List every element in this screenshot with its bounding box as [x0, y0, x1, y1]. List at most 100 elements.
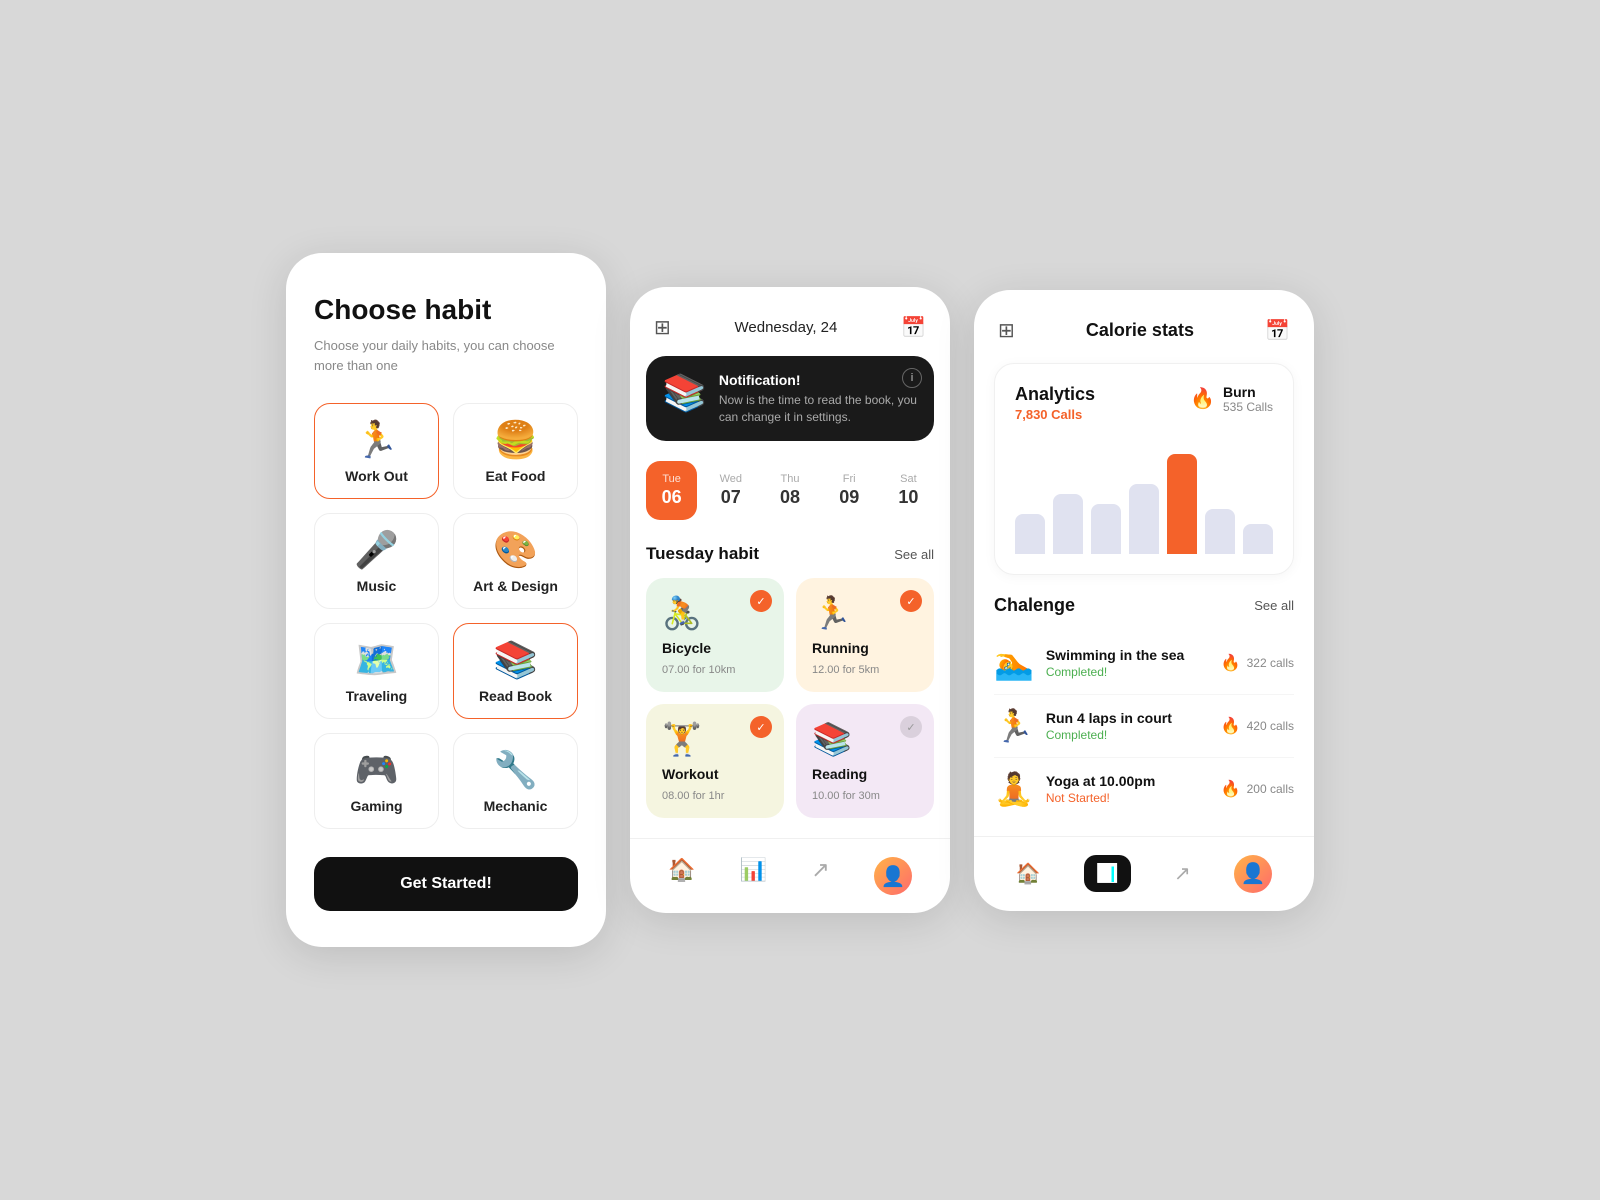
notif-title: Notification! — [719, 372, 918, 388]
day-item-06[interactable]: Tue 06 — [646, 461, 697, 520]
day-name-07: Wed — [720, 473, 742, 485]
home-nav-icon[interactable]: 🏠 — [668, 857, 695, 895]
get-started-button[interactable]: Get Started! — [314, 857, 578, 911]
habit-section-title: Tuesday habit — [646, 544, 759, 564]
challenge-item-1[interactable]: 🏃 Run 4 laps in court Completed! 🔥 420 c… — [994, 695, 1294, 758]
habit-card-eatfood[interactable]: 🍔 Eat Food — [453, 403, 578, 499]
habit-emoji-eatfood: 🍔 — [493, 422, 538, 458]
fire-icon-1: 🔥 — [1221, 716, 1241, 736]
challenge-list: 🏊 Swimming in the sea Completed! 🔥 322 c… — [994, 632, 1294, 820]
bar-3 — [1129, 484, 1159, 554]
user-avatar[interactable]: 👤 — [874, 857, 912, 895]
challenge-info-1: Run 4 laps in court Completed! — [1046, 710, 1209, 742]
habit-emoji-music: 🎤 — [354, 532, 399, 568]
bar-1 — [1053, 494, 1083, 554]
calendar-icon[interactable]: 📅 — [901, 315, 926, 340]
chart-nav-icon[interactable]: 📊 — [740, 857, 767, 895]
activity-name-3: Reading — [812, 766, 918, 782]
day-item-08[interactable]: Thu 08 — [764, 461, 815, 520]
challenge-info-2: Yoga at 10.00pm Not Started! — [1046, 773, 1209, 805]
see-all-button[interactable]: See all — [894, 547, 934, 562]
calorie-stats-screen: ⊞ Calorie stats 📅 Analytics 7,830 Calls … — [974, 290, 1314, 911]
activity-detail-0: 07.00 for 10km — [662, 664, 768, 676]
fire-icon-2: 🔥 — [1221, 779, 1241, 799]
challenge-avatar-1: 🏃 — [994, 707, 1034, 745]
arrow-stats-nav[interactable]: ↗ — [1174, 861, 1191, 886]
habit-label-eatfood: Eat Food — [486, 468, 546, 484]
challenge-right-0: 🔥 322 calls — [1221, 653, 1294, 673]
notification-card: 📚 Notification! Now is the time to read … — [646, 356, 934, 442]
day-name-10: Sat — [900, 473, 917, 485]
analytics-top: Analytics 7,830 Calls 🔥 Burn 535 Calls — [1015, 384, 1273, 438]
challenge-see-all[interactable]: See all — [1254, 598, 1294, 613]
habit-label-artdesign: Art & Design — [473, 578, 558, 594]
calendar-icon-stats[interactable]: 📅 — [1265, 318, 1290, 343]
day-item-10[interactable]: Sat 10 — [883, 461, 934, 520]
challenge-title: Chalenge — [994, 595, 1075, 616]
page-subtitle: Choose your daily habits, you can choose… — [314, 336, 578, 375]
check-badge-0: ✓ — [750, 590, 772, 612]
bar-5 — [1205, 509, 1235, 554]
challenge-status-0: Completed! — [1046, 665, 1209, 679]
habit-label-readbook: Read Book — [479, 688, 552, 704]
notification-text: Notification! Now is the time to read th… — [719, 372, 918, 426]
stats-title: Calorie stats — [1086, 320, 1194, 341]
info-icon[interactable]: i — [902, 368, 922, 388]
bar-4 — [1167, 454, 1197, 554]
arrow-nav-icon[interactable]: ↗ — [811, 857, 829, 895]
activity-name-1: Running — [812, 640, 918, 656]
analytics-left: Analytics 7,830 Calls — [1015, 384, 1095, 438]
activity-card-2[interactable]: ✓ 🏋️ Workout 08.00 for 1hr — [646, 704, 784, 818]
day-item-07[interactable]: Wed 07 — [705, 461, 756, 520]
page-title: Choose habit — [314, 293, 578, 327]
challenge-info-0: Swimming in the sea Completed! — [1046, 647, 1209, 679]
bar-chart — [1015, 454, 1273, 554]
challenge-right-2: 🔥 200 calls — [1221, 779, 1294, 799]
day-num-08: 08 — [780, 487, 800, 508]
habit-card-mechanic[interactable]: 🔧 Mechanic — [453, 733, 578, 829]
activity-card-1[interactable]: ✓ 🏃 Running 12.00 for 5km — [796, 578, 934, 692]
day-num-07: 07 — [721, 487, 741, 508]
challenge-item-0[interactable]: 🏊 Swimming in the sea Completed! 🔥 322 c… — [994, 632, 1294, 695]
user-avatar-stats[interactable]: 👤 — [1234, 855, 1272, 893]
home-stats-nav[interactable]: 🏠 — [1016, 861, 1041, 886]
grid-icon-stats[interactable]: ⊞ — [998, 318, 1015, 343]
bottom-nav: 🏠 📊 ↗ 👤 — [630, 838, 950, 913]
habit-card-music[interactable]: 🎤 Music — [314, 513, 439, 609]
section-header: Tuesday habit See all — [646, 544, 934, 564]
analytics-section: Analytics 7,830 Calls 🔥 Burn 535 Calls — [994, 363, 1294, 575]
bar-2 — [1091, 504, 1121, 554]
habit-card-workout[interactable]: 🏃 Work Out — [314, 403, 439, 499]
notif-body: Now is the time to read the book, you ca… — [719, 392, 918, 426]
challenge-status-2: Not Started! — [1046, 791, 1209, 805]
check-badge-1: ✓ — [900, 590, 922, 612]
challenge-calls-1: 420 calls — [1247, 719, 1294, 733]
habit-emoji-readbook: 📚 — [493, 642, 538, 678]
day-name-06: Tue — [662, 473, 681, 485]
habit-label-traveling: Traveling — [346, 688, 407, 704]
grid-icon[interactable]: ⊞ — [654, 315, 671, 340]
habit-card-artdesign[interactable]: 🎨 Art & Design — [453, 513, 578, 609]
habit-card-gaming[interactable]: 🎮 Gaming — [314, 733, 439, 829]
challenge-calls-2: 200 calls — [1247, 782, 1294, 796]
challenge-item-2[interactable]: 🧘 Yoga at 10.00pm Not Started! 🔥 200 cal… — [994, 758, 1294, 820]
habit-card-traveling[interactable]: 🗺️ Traveling — [314, 623, 439, 719]
stats-bottom-nav: 🏠 📊 ↗ 👤 — [974, 836, 1314, 911]
chart-stats-nav-active[interactable]: 📊 — [1084, 855, 1130, 892]
activity-detail-3: 10.00 for 30m — [812, 790, 918, 802]
burn-label: Burn — [1223, 384, 1273, 400]
tracker-header: ⊞ Wednesday, 24 📅 — [630, 287, 950, 356]
activity-card-3[interactable]: ✓ 📚 Reading 10.00 for 30m — [796, 704, 934, 818]
habit-emoji-artdesign: 🎨 — [493, 532, 538, 568]
habit-card-readbook[interactable]: 📚 Read Book — [453, 623, 578, 719]
challenge-avatar-2: 🧘 — [994, 770, 1034, 808]
challenge-name-1: Run 4 laps in court — [1046, 710, 1209, 726]
challenge-name-0: Swimming in the sea — [1046, 647, 1209, 663]
fire-icon: 🔥 — [1190, 386, 1215, 411]
activity-card-0[interactable]: ✓ 🚴 Bicycle 07.00 for 10km — [646, 578, 784, 692]
day-item-09[interactable]: Fri 09 — [824, 461, 875, 520]
analytics-calls: 7,830 Calls — [1015, 407, 1095, 422]
challenge-header: Chalenge See all — [994, 595, 1294, 616]
challenge-right-1: 🔥 420 calls — [1221, 716, 1294, 736]
check-badge-3: ✓ — [900, 716, 922, 738]
